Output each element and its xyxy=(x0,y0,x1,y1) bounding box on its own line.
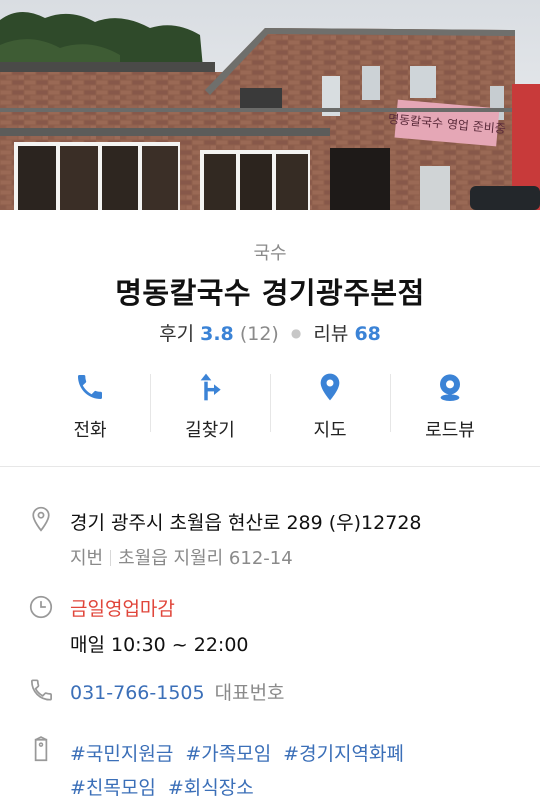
road-address[interactable]: 경기 광주시 초월읍 현산로 289 (우)12728 xyxy=(70,508,422,535)
phone-icon xyxy=(78,375,102,399)
rating-summary[interactable]: 후기 3.8 (12) ● 리뷰 68 xyxy=(0,319,540,346)
directions-icon xyxy=(200,373,221,401)
place-title: 명동칼국수 경기광주본점 xyxy=(115,276,425,310)
phone-type: 대표번호 xyxy=(214,682,285,704)
tag-item[interactable]: #경기지역화폐 xyxy=(283,743,404,765)
hero-photo[interactable]: 명동칼국수 영업 준비중 xyxy=(0,0,540,210)
category-label: 국수 xyxy=(253,243,287,264)
location-pin-icon xyxy=(32,506,50,532)
roadview-icon xyxy=(440,374,460,401)
restaurant-building-image: 명동칼국수 영업 준비중 xyxy=(0,0,540,210)
blog-review-count: 68 xyxy=(354,323,381,345)
tag-item[interactable]: #친목모임 xyxy=(70,777,156,799)
rating-score: 3.8 xyxy=(200,323,234,345)
directions-label: 길찾기 xyxy=(185,420,235,441)
section-divider xyxy=(0,466,540,467)
jibun-value: 초월읍 지월리 612-14 xyxy=(118,548,293,569)
call-button[interactable]: 전화 xyxy=(30,366,150,442)
map-button[interactable]: 지도 xyxy=(270,366,390,442)
roadview-label: 로드뷰 xyxy=(425,420,475,441)
directions-button[interactable]: 길찾기 xyxy=(150,366,270,442)
jibun-address: 지번 초월읍 지월리 612-14 xyxy=(70,544,293,570)
business-hours: 매일 10:30 ~ 22:00 xyxy=(70,634,249,656)
review-label: 후기 xyxy=(159,323,195,345)
phone-row: 031-766-1505 대표번호 xyxy=(70,678,285,705)
jibun-separator xyxy=(110,550,112,566)
tag-list: #국민지원금 #가족모임 #경기지역화폐 #친목모임 #회식장소 xyxy=(70,737,510,805)
map-pin-icon xyxy=(320,373,340,401)
action-bar: 전화 길찾기 지도 로드뷰 xyxy=(30,366,510,442)
map-label: 지도 xyxy=(313,420,347,441)
rating-count: (12) xyxy=(239,323,279,345)
tag-item[interactable]: #회식장소 xyxy=(168,777,254,799)
roadview-button[interactable]: 로드뷰 xyxy=(390,366,510,442)
tag-icon xyxy=(34,736,48,762)
clock-icon xyxy=(29,595,53,619)
blog-review-label: 리뷰 xyxy=(313,323,349,345)
phone-outline-icon xyxy=(30,679,52,701)
business-status[interactable]: 금일영업마감 xyxy=(70,594,175,621)
tag-item[interactable]: #국민지원금 xyxy=(70,743,173,765)
tag-item[interactable]: #가족모임 xyxy=(185,743,271,765)
call-label: 전화 xyxy=(73,420,107,441)
phone-number[interactable]: 031-766-1505 xyxy=(70,682,205,704)
jibun-label: 지번 xyxy=(70,548,104,569)
separator-dot: ● xyxy=(290,326,302,340)
